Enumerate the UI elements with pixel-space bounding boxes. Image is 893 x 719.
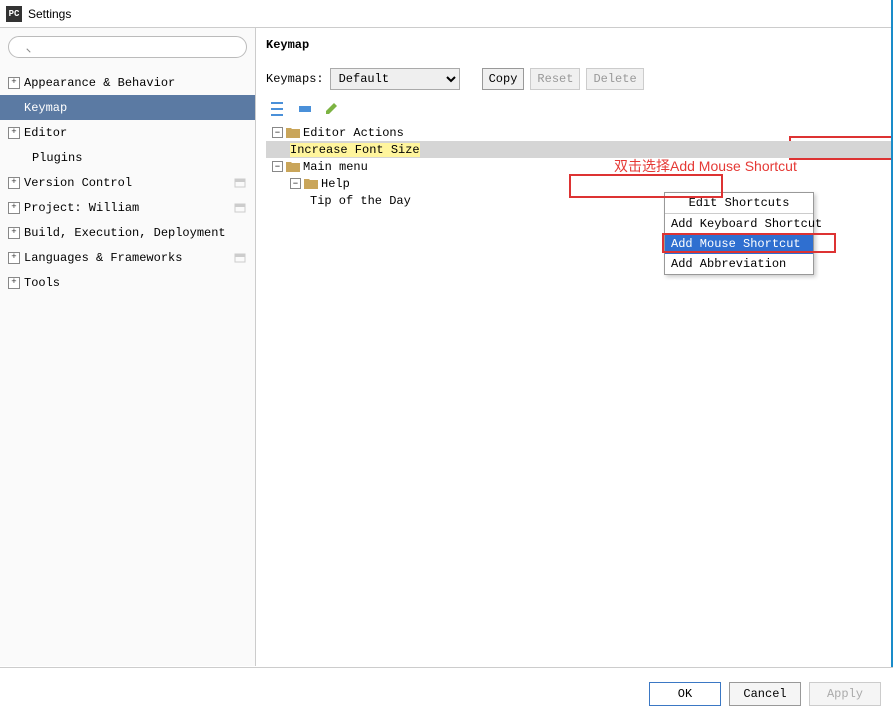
tree-row-increase-font[interactable]: Increase Font Size bbox=[266, 141, 893, 158]
expand-all-icon[interactable] bbox=[268, 100, 286, 118]
page-title: Keymap bbox=[266, 38, 893, 52]
sidebar-item-label: Project: William bbox=[24, 201, 233, 215]
sidebar-item-label: Tools bbox=[24, 276, 247, 290]
tree-row-help[interactable]: − Help bbox=[266, 175, 893, 192]
menu-item-add-keyboard-shortcut[interactable]: Add Keyboard Shortcut bbox=[665, 214, 813, 234]
menu-item-add-mouse-shortcut[interactable]: Add Mouse Shortcut bbox=[665, 234, 813, 254]
expand-icon[interactable]: + bbox=[8, 202, 20, 214]
tree-label: Help bbox=[321, 177, 350, 191]
project-badge-icon bbox=[233, 201, 247, 215]
sidebar-item-appearance[interactable]: + Appearance & Behavior bbox=[0, 70, 255, 95]
keymaps-label: Keymaps: bbox=[266, 72, 324, 86]
titlebar: PC Settings bbox=[0, 0, 893, 28]
window-title: Settings bbox=[28, 7, 71, 21]
project-badge-icon bbox=[233, 176, 247, 190]
collapse-icon[interactable]: − bbox=[272, 127, 283, 138]
tree-label: Tip of the Day bbox=[310, 194, 411, 208]
sidebar-item-label: Keymap bbox=[24, 101, 247, 115]
folder-icon bbox=[286, 127, 300, 138]
keymap-toolbar bbox=[266, 100, 893, 118]
expand-icon[interactable]: + bbox=[8, 227, 20, 239]
cancel-button[interactable]: Cancel bbox=[729, 682, 801, 706]
menu-item-add-abbreviation[interactable]: Add Abbreviation bbox=[665, 254, 813, 274]
sidebar-item-label: Version Control bbox=[24, 176, 233, 190]
sidebar-item-project[interactable]: + Project: William bbox=[0, 195, 255, 220]
sidebar-item-plugins[interactable]: Plugins bbox=[0, 145, 255, 170]
expand-icon[interactable]: + bbox=[8, 177, 20, 189]
settings-sidebar: + Appearance & Behavior Keymap + Editor … bbox=[0, 28, 256, 666]
sidebar-item-label: Editor bbox=[24, 126, 247, 140]
copy-button[interactable]: Copy bbox=[482, 68, 525, 90]
sidebar-item-label: Appearance & Behavior bbox=[24, 76, 247, 90]
sidebar-item-editor[interactable]: + Editor bbox=[0, 120, 255, 145]
tree-label: Main menu bbox=[303, 160, 368, 174]
folder-icon bbox=[286, 161, 300, 172]
reset-button[interactable]: Reset bbox=[530, 68, 580, 90]
apply-button[interactable]: Apply bbox=[809, 682, 881, 706]
sidebar-search-input[interactable] bbox=[8, 36, 247, 58]
collapse-all-icon[interactable] bbox=[296, 100, 314, 118]
tree-label: Increase Font Size bbox=[290, 143, 420, 157]
context-menu-title: Edit Shortcuts bbox=[665, 193, 813, 214]
expand-icon[interactable]: + bbox=[8, 127, 20, 139]
sidebar-item-tools[interactable]: + Tools bbox=[0, 270, 255, 295]
expand-icon[interactable]: + bbox=[8, 77, 20, 89]
folder-icon bbox=[304, 178, 318, 189]
sidebar-item-label: Plugins bbox=[32, 151, 247, 165]
collapse-icon[interactable]: − bbox=[290, 178, 301, 189]
content-panel: Keymap Keymaps: Default Copy Reset Delet… bbox=[256, 28, 893, 666]
keymaps-select[interactable]: Default bbox=[330, 68, 460, 90]
sidebar-item-keymap[interactable]: Keymap bbox=[0, 95, 255, 120]
tree-label: Editor Actions bbox=[303, 126, 404, 140]
sidebar-search-icon bbox=[8, 36, 247, 58]
tree-row-main-menu[interactable]: − Main menu bbox=[266, 158, 893, 175]
collapse-icon[interactable]: − bbox=[272, 161, 283, 172]
sidebar-item-label: Languages & Frameworks bbox=[24, 251, 233, 265]
project-badge-icon bbox=[233, 251, 247, 265]
sidebar-item-languages[interactable]: + Languages & Frameworks bbox=[0, 245, 255, 270]
edit-icon[interactable] bbox=[324, 100, 342, 118]
tree-row-editor-actions[interactable]: − Editor Actions bbox=[266, 124, 893, 141]
sidebar-item-label: Build, Execution, Deployment bbox=[24, 226, 247, 240]
expand-icon[interactable]: + bbox=[8, 277, 20, 289]
ok-button[interactable]: OK bbox=[649, 682, 721, 706]
expand-icon[interactable]: + bbox=[8, 252, 20, 264]
settings-tree: + Appearance & Behavior Keymap + Editor … bbox=[0, 66, 255, 666]
app-icon: PC bbox=[6, 6, 22, 22]
sidebar-item-version-control[interactable]: + Version Control bbox=[0, 170, 255, 195]
keymap-selector-row: Keymaps: Default Copy Reset Delete bbox=[266, 68, 893, 90]
delete-button[interactable]: Delete bbox=[586, 68, 643, 90]
context-menu: Edit Shortcuts Add Keyboard Shortcut Add… bbox=[664, 192, 814, 275]
sidebar-item-build[interactable]: + Build, Execution, Deployment bbox=[0, 220, 255, 245]
dialog-button-bar: OK Cancel Apply bbox=[0, 667, 893, 719]
